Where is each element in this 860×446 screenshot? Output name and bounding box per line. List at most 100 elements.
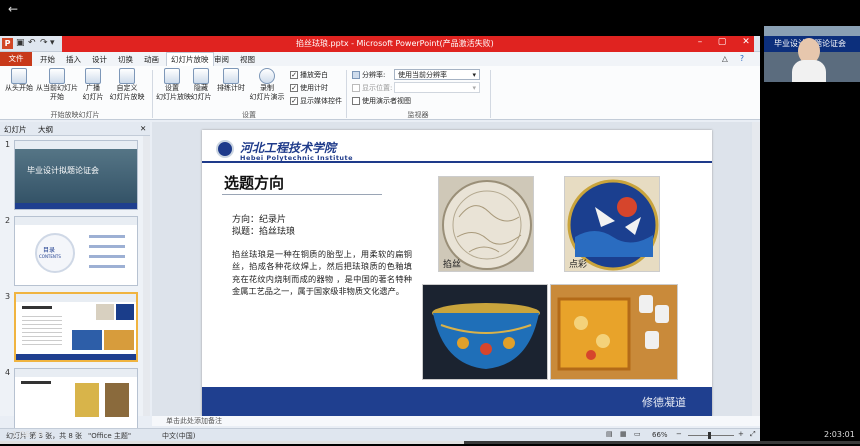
cloisonne-bowl-image [422,284,548,380]
broadcast-button[interactable]: 广播 幻灯片 [80,68,106,102]
tab-home[interactable]: 开始 [40,54,55,65]
current-time: 1:06:20 [12,430,43,439]
chevron-down-icon: ▾ [472,84,476,92]
slide-number: 1 [5,140,11,149]
title-bar: P ▣ ↶ ↷ ▾ 掐丝珐琅.pptx - Microsoft PowerPoi… [0,36,760,52]
enamel-painting-image [550,284,678,380]
powerpoint-icon[interactable]: P [2,38,13,49]
minimize-ribbon-icon[interactable]: △ [722,54,728,63]
maximize-icon[interactable]: ▢ [714,37,730,47]
record-label-2: 幻灯片演示 [249,93,285,101]
thumb-image [96,304,114,320]
minimize-icon[interactable]: – [692,37,708,47]
redo-icon[interactable]: ↷ [40,38,48,48]
thumb-header [16,294,136,302]
rehearse-timings-button[interactable]: 排练计时 [214,68,248,93]
school-logo-icon [216,140,234,158]
presenter-body [792,60,826,82]
painting-drawing [557,295,669,371]
qat-dropdown-icon[interactable]: ▾ [50,38,55,48]
status-bar: 幻灯片 第 3 张，共 8 张 "Office 主题" 中文(中国) ▤ ▦ ▭… [0,428,760,442]
record-icon [259,68,275,84]
thumb-contents-title: 目录 [43,247,56,254]
filigree-plate-image: 掐丝 [438,176,534,272]
show-on-select[interactable]: ▾ [394,82,480,93]
setup-group-label: 设置 [242,111,256,119]
show-on-label: 显示位置: [352,83,392,93]
thumb-footer [15,203,137,209]
tab-design[interactable]: 设计 [92,54,107,65]
ribbon: 从头开始 从当前幻灯片 开始 广播 幻灯片 自定义 幻灯片放映 开始放映幻灯片 [0,66,760,120]
from-beginning-label: 从头开始 [5,84,33,92]
tab-animations[interactable]: 动画 [144,54,159,65]
close-panel-icon[interactable]: ✕ [140,124,146,133]
slide-number: 3 [5,292,11,301]
play-narrations-checkbox[interactable]: ✓ 播放旁白 [290,70,328,80]
current-slide[interactable]: 河北工程技术学院 Hebei Polytechnic Institute 选题方… [202,130,712,416]
setup-show-button[interactable]: 设置 幻灯片放映 [156,68,191,102]
canvas-scrollbar[interactable] [752,122,760,416]
tab-file[interactable]: 文件 [0,52,32,66]
tab-view[interactable]: 视图 [240,54,255,65]
slide-thumbnail-2[interactable]: 目录 CONTENTS [14,216,138,286]
tab-slideshow[interactable]: 幻灯片放映 [166,52,214,66]
slideshow-start-icon [11,68,27,84]
thumb-image [105,383,129,417]
thumb-image [104,330,134,350]
thumb-contents-sub: CONTENTS [39,254,61,259]
hide-slide-button[interactable]: 隐藏 幻灯片 [188,68,214,102]
setup-show-label: 设置 [165,84,179,92]
normal-view-icon[interactable]: ▤ [606,430,613,438]
show-media-controls-checkbox[interactable]: ✓ 显示媒体控件 [290,96,342,106]
save-icon[interactable]: ▣ [16,38,25,48]
from-beginning-button[interactable]: 从头开始 [2,68,36,93]
record-label: 录制 [260,84,274,92]
zoom-slider[interactable] [688,435,734,436]
presenter-view-label: 使用演示者视图 [362,97,411,105]
zoom-out-icon[interactable]: − [676,430,682,438]
tab-outline[interactable]: 大纲 [38,124,53,135]
caption-enamel: 点彩 [569,260,588,270]
tab-insert[interactable]: 插入 [66,54,81,65]
panel-scrollbar[interactable] [143,136,150,416]
slide-thumbnail-3[interactable] [14,292,138,362]
proposed-title-text: 拟题：掐丝珐琅 [232,227,296,237]
checkbox-box: ✓ [290,71,298,79]
presenter-view-checkbox[interactable]: 使用演示者视图 [352,96,411,106]
play-narrations-label: 播放旁白 [300,71,328,79]
zoom-slider-thumb[interactable] [708,432,711,439]
thumb-title-bar [22,306,52,309]
resolution-select[interactable]: 使用当前分辨率 ▾ [394,69,480,80]
tab-slides[interactable]: 幻灯片 [4,124,27,135]
hide-slide-label-2: 幻灯片 [190,93,212,101]
zoom-in-icon[interactable]: + [738,430,744,438]
custom-show-button[interactable]: 自定义 幻灯片放映 [106,68,148,102]
help-icon[interactable]: ? [740,54,744,63]
thumb-image [116,304,134,320]
close-icon[interactable]: ✕ [738,37,754,47]
tab-review[interactable]: 审阅 [214,54,229,65]
start-group-label: 开始放映幻灯片 [50,111,100,119]
notes-pane[interactable]: 单击此处添加备注 [152,416,760,426]
slide-title: 选题方向 [224,174,285,192]
slide-thumbnail-1[interactable]: 毕业设计拟题论证会 [14,140,138,210]
sorter-view-icon[interactable]: ▦ [620,430,627,438]
zoom-level[interactable]: 66% [652,431,668,439]
from-current-label: 从当前幻灯片 [36,84,78,92]
record-show-button[interactable]: 录制 幻灯片演示 [246,68,288,102]
from-current-label-2: 开始 [50,93,64,101]
hide-slide-icon [193,68,209,84]
use-timings-checkbox[interactable]: ✓ 使用计时 [290,83,328,93]
panel-tabs: 幻灯片 大纲 ✕ [0,122,150,136]
chevron-down-icon: ▾ [472,71,476,79]
bowl-drawing [432,303,540,369]
undo-icon[interactable]: ↶ [28,38,36,48]
slide-canvas: 河北工程技术学院 Hebei Polytechnic Institute 选题方… [152,122,752,416]
fit-slide-icon[interactable]: ⤢ [750,430,756,439]
description-paragraph: 掐丝珐琅是一种在铜质的胎型上，用柔软的扁铜丝，掐成各种花纹焊上，然后把珐琅质的色… [232,249,412,296]
from-current-button[interactable]: 从当前幻灯片 开始 [34,68,80,102]
tab-transitions[interactable]: 切换 [118,54,133,65]
resolution-value: 使用当前分辨率 [398,71,447,79]
back-arrow-icon[interactable]: ← [8,2,18,16]
reading-view-icon[interactable]: ▭ [634,430,641,438]
